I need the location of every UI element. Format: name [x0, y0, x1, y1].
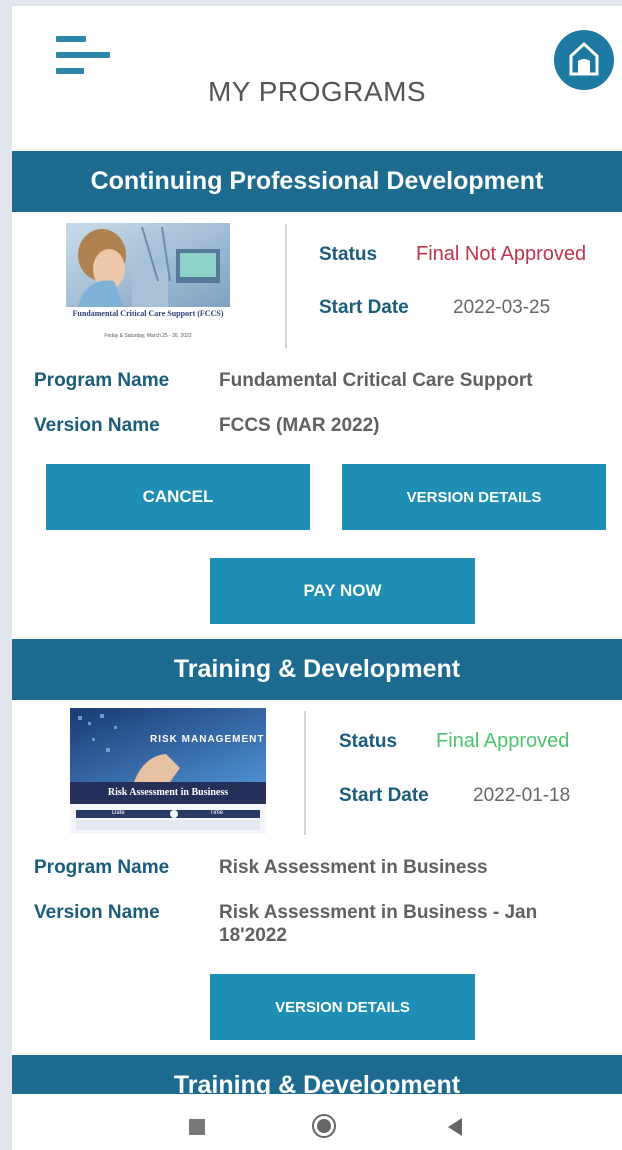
page-title: MY PROGRAMS [207, 76, 427, 107]
version-details-button[interactable]: VERSION DETAILS [210, 974, 475, 1040]
back-triangle-icon[interactable] [448, 1118, 462, 1136]
section-header-training-development: Training & Development [12, 639, 622, 700]
section-header-continuing-professional-development: Continuing Professional Development [12, 151, 622, 212]
pay-now-button[interactable]: PAY NOW [210, 558, 475, 624]
status-label: Status [319, 244, 378, 265]
cancel-button[interactable]: CANCEL [46, 464, 310, 530]
version-name-label: Version Name [34, 902, 160, 923]
thumbnail-caption: Fundamental Critical Care Support (FCCS) [72, 309, 224, 318]
version-name-value-line1: Risk Assessment in Business - Jan [219, 902, 538, 923]
vertical-divider [285, 224, 287, 348]
program-name-label: Program Name [34, 857, 170, 878]
status-label: Status [339, 731, 398, 752]
version-name-label: Version Name [34, 415, 160, 436]
system-navigation-bar [12, 1094, 622, 1150]
start-date-label: Start Date [319, 297, 409, 318]
app-header: MY PROGRAMS [12, 6, 622, 150]
program-thumbnail-risk-assessment: RISK MANAGEMENT Risk Assessment in Busin… [70, 708, 266, 834]
program-name-value: Fundamental Critical Care Support [219, 370, 533, 391]
circle-icon[interactable] [312, 1114, 336, 1138]
thumbnail-banner: RISK MANAGEMENT [150, 734, 265, 745]
thumbnail-caption: Risk Assessment in Business [107, 787, 229, 798]
hamburger-menu-icon[interactable] [52, 32, 114, 78]
status-value: Final Approved [436, 730, 570, 752]
version-name-value-line2: 18'2022 [219, 925, 287, 946]
vertical-divider [304, 711, 306, 835]
status-value: Final Not Approved [416, 243, 587, 265]
thumbnail-col-time: Time [210, 810, 224, 816]
thumbnail-col-date: Date [112, 810, 125, 816]
program-name-value: Risk Assessment in Business [219, 857, 488, 878]
version-details-button[interactable]: VERSION DETAILS [342, 464, 606, 530]
start-date-label: Start Date [339, 785, 429, 806]
version-name-value: FCCS (MAR 2022) [219, 415, 380, 436]
start-date-value: 2022-01-18 [473, 785, 571, 806]
start-date-value: 2022-03-25 [453, 297, 551, 318]
program-name-label: Program Name [34, 370, 170, 391]
app-screen: MY PROGRAMS Continuing Professional Deve… [12, 6, 622, 1150]
thumbnail-subcaption: Friday & Saturday, March 25 - 26, 2022 [104, 333, 192, 339]
square-icon[interactable] [189, 1119, 205, 1135]
program-thumbnail-fccs: Fundamental Critical Care Support (FCCS)… [62, 221, 234, 347]
home-icon[interactable] [554, 30, 614, 90]
